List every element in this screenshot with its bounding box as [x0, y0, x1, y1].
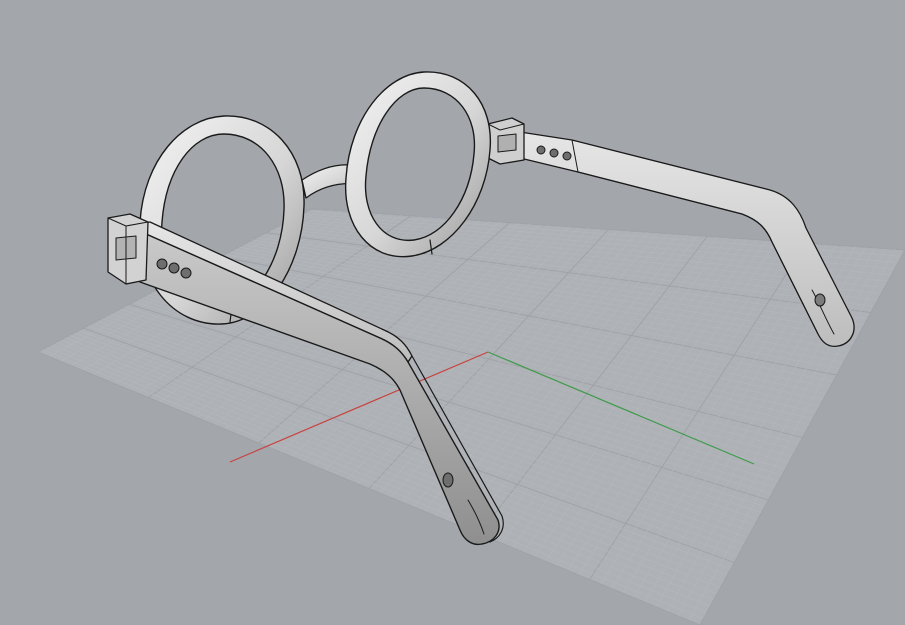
- left-hinge[interactable]: [107, 213, 149, 285]
- rivet-icon: [562, 151, 572, 161]
- rivet-icon: [156, 258, 168, 270]
- rivet-icon: [549, 148, 559, 158]
- rivet-icon: [180, 267, 192, 279]
- rivet-icon: [536, 145, 546, 155]
- rivet-icon: [168, 262, 180, 274]
- 3d-viewport[interactable]: [0, 0, 905, 625]
- right-hinge[interactable]: [487, 117, 525, 165]
- perspective-viewport-canvas[interactable]: [0, 0, 905, 625]
